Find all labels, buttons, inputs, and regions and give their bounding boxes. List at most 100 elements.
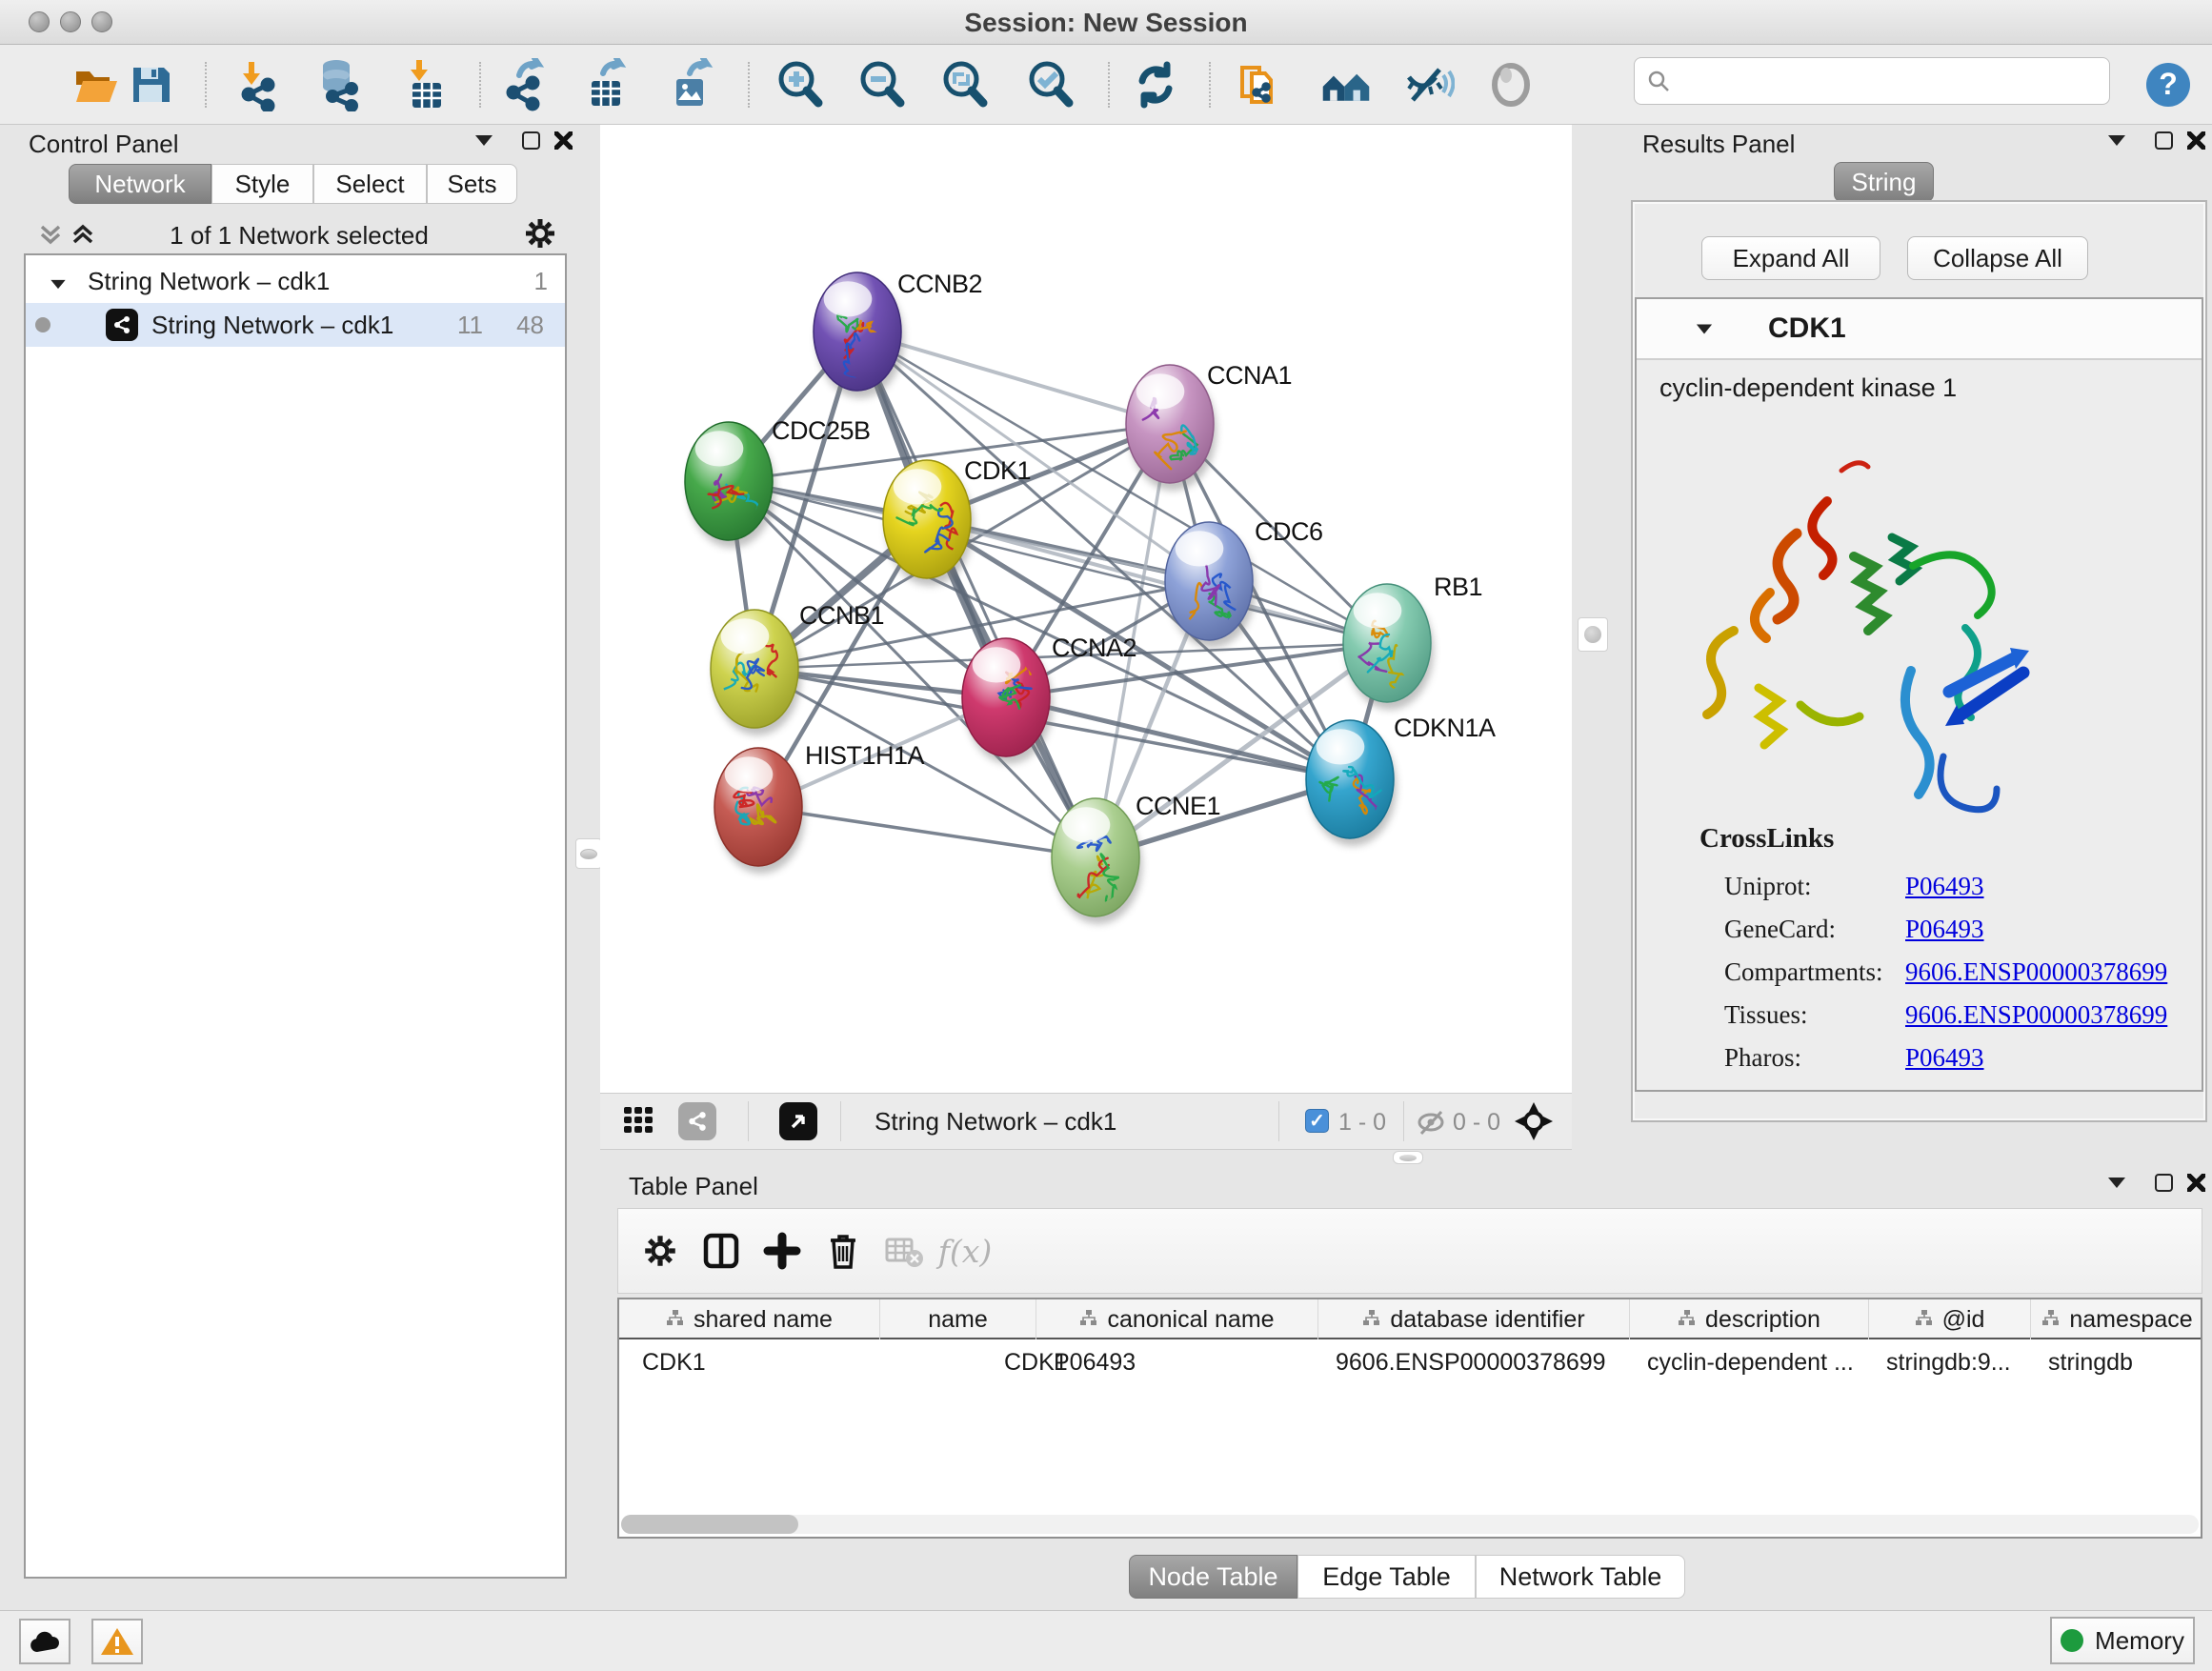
zoom-fit-icon[interactable] <box>938 58 992 111</box>
window-title: Session: New Session <box>0 8 2212 38</box>
horizontal-splitter-handle[interactable] <box>1393 1151 1423 1164</box>
separator <box>1278 1101 1279 1141</box>
scrollbar-thumb[interactable] <box>621 1515 798 1534</box>
duplicate-network-icon[interactable] <box>1233 58 1286 111</box>
table-cell[interactable]: stringdb <box>2048 1343 2199 1381</box>
crosslink-label: Pharos: <box>1724 1037 1882 1079</box>
float-panel-icon[interactable] <box>522 131 540 150</box>
export-table-icon[interactable] <box>580 58 633 111</box>
results-splitter-handle[interactable] <box>1578 617 1608 652</box>
tab-sets[interactable]: Sets <box>427 164 517 204</box>
table-cell[interactable]: cyclin-dependent ... <box>1647 1343 1863 1381</box>
table-cell[interactable]: CDK1 <box>1004 1343 1031 1381</box>
grid-view-icon[interactable] <box>621 1102 657 1143</box>
network-edge-CCNB2-CCNE1[interactable] <box>857 332 1096 857</box>
selected-nodes-checkbox[interactable]: ✓ <box>1305 1109 1329 1133</box>
table-horizontal-scrollbar[interactable] <box>621 1515 2199 1534</box>
column-header--id[interactable]: @id <box>1869 1299 2031 1339</box>
crosslink-label: Tissues: <box>1724 994 1882 1037</box>
tab-edge-table[interactable]: Edge Table <box>1297 1555 1476 1599</box>
tab-node-table[interactable]: Node Table <box>1129 1555 1297 1599</box>
column-header-description[interactable]: description <box>1630 1299 1869 1339</box>
close-panel-icon[interactable] <box>2187 1174 2205 1192</box>
float-panel-icon[interactable] <box>2155 1174 2173 1192</box>
delete-column-icon[interactable] <box>813 1222 874 1279</box>
tab-network[interactable]: Network <box>69 164 211 204</box>
show-columns-icon[interactable] <box>691 1222 752 1279</box>
zoom-in-icon[interactable] <box>774 58 827 111</box>
warning-icon <box>100 1626 134 1657</box>
add-column-icon[interactable] <box>752 1222 813 1279</box>
panel-menu-icon[interactable] <box>475 135 493 146</box>
memory-label: Memory <box>2095 1626 2184 1656</box>
pharos-link[interactable]: P06493 <box>1905 1043 1984 1072</box>
table-cell[interactable]: CDK1 <box>642 1343 875 1381</box>
import-database-icon[interactable] <box>312 58 365 111</box>
table-settings-gear-icon[interactable] <box>630 1222 691 1279</box>
collection-expand-icon[interactable] <box>50 267 67 296</box>
tab-string[interactable]: String <box>1834 162 1934 202</box>
column-header-name[interactable]: name <box>880 1299 1036 1339</box>
search-box[interactable] <box>1634 57 2110 105</box>
warnings-button[interactable] <box>91 1619 143 1664</box>
close-panel-icon[interactable] <box>554 131 573 150</box>
separator <box>840 1101 841 1141</box>
toolbar-separator <box>748 62 750 108</box>
first-neighbors-icon[interactable] <box>1319 58 1373 111</box>
import-table-icon[interactable] <box>399 58 452 111</box>
network-options-gear-icon[interactable] <box>522 215 558 256</box>
save-session-icon[interactable] <box>124 58 177 111</box>
network-canvas[interactable]: CCNB2CCNA1CDC25BCDK1CDC6RB1CCNB1CCNA2CDK… <box>600 125 1572 1093</box>
tissues-link[interactable]: 9606.ENSP00000378699 <box>1905 1000 2167 1029</box>
network-edge-HIST1H1A-CCNE1[interactable] <box>758 807 1096 857</box>
collapse-section-icon[interactable] <box>1697 324 1712 333</box>
table-cell[interactable]: P06493 <box>1054 1343 1313 1381</box>
help-icon[interactable]: ? <box>2142 58 2195 111</box>
column-header-database-identifier[interactable]: database identifier <box>1318 1299 1630 1339</box>
network-collection-row[interactable]: String Network – cdk1 1 <box>26 259 565 303</box>
panel-menu-icon[interactable] <box>2108 135 2125 146</box>
uniprot-link[interactable]: P06493 <box>1905 872 1984 900</box>
table-cell[interactable]: 9606.ENSP00000378699 <box>1336 1343 1624 1381</box>
column-header-shared-name[interactable]: shared name <box>619 1299 880 1339</box>
show-graphics-details-icon[interactable] <box>1484 58 1538 111</box>
export-network-icon[interactable] <box>498 58 552 111</box>
column-header-canonical-name[interactable]: canonical name <box>1036 1299 1318 1339</box>
expand-all-button[interactable]: Expand All <box>1701 236 1880 280</box>
memory-button[interactable]: Memory <box>2050 1617 2195 1664</box>
close-panel-icon[interactable] <box>2187 131 2205 150</box>
vertical-splitter-handle[interactable] <box>575 838 602 869</box>
refresh-layout-icon[interactable] <box>1129 58 1182 111</box>
panel-menu-icon[interactable] <box>2108 1178 2125 1188</box>
network-row-selected[interactable]: String Network – cdk1 11 48 <box>26 303 565 347</box>
tab-select[interactable]: Select <box>313 164 427 204</box>
hide-selected-icon[interactable] <box>1401 58 1455 111</box>
fit-selected-crosshair-icon[interactable] <box>1513 1100 1555 1147</box>
search-input[interactable] <box>1671 67 2109 95</box>
network-selection-status: 1 of 1 Network selected <box>13 221 585 251</box>
open-in-window-icon[interactable] <box>779 1102 817 1140</box>
tab-network-table[interactable]: Network Table <box>1476 1555 1685 1599</box>
function-builder-icon: f(x) <box>935 1222 995 1279</box>
network-thumbnail-icon[interactable] <box>678 1102 716 1140</box>
network-edge-count: 48 <box>516 311 544 340</box>
tab-style[interactable]: Style <box>211 164 313 204</box>
float-panel-icon[interactable] <box>2155 131 2173 150</box>
network-edge-CCNB2-CCNA1[interactable] <box>857 332 1170 424</box>
crosslinks-heading: CrossLinks <box>1699 823 1834 855</box>
node-label-HIST1H1A: HIST1H1A <box>805 741 925 770</box>
svg-text:?: ? <box>2159 67 2178 101</box>
table-cell[interactable]: stringdb:9... <box>1886 1343 2025 1381</box>
toolbar-separator <box>205 62 207 108</box>
collapse-all-button[interactable]: Collapse All <box>1907 236 2088 280</box>
column-header-namespace[interactable]: namespace <box>2031 1299 2202 1339</box>
zoom-out-icon[interactable] <box>855 58 909 111</box>
open-folder-icon[interactable] <box>69 58 122 111</box>
compartments-link[interactable]: 9606.ENSP00000378699 <box>1905 957 2167 986</box>
cloud-status-button[interactable] <box>19 1619 70 1664</box>
genecard-link[interactable]: P06493 <box>1905 915 1984 943</box>
zoom-selected-icon[interactable] <box>1024 58 1077 111</box>
import-network-icon[interactable] <box>231 58 285 111</box>
export-image-icon[interactable] <box>665 58 718 111</box>
protein-card-header[interactable]: CDK1 <box>1637 299 2202 360</box>
